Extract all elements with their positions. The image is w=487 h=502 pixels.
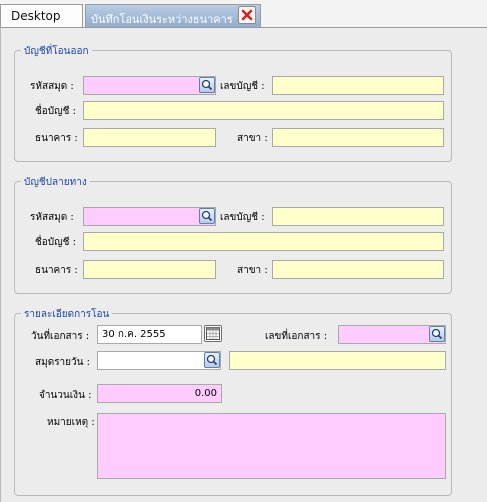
magnifier-icon <box>201 79 213 91</box>
transfer-details-group: รายละเอียดการโอน วันที่เอกสาร : 30 ก.ค. … <box>14 307 452 496</box>
source-bank-field <box>83 128 216 147</box>
destination-code-field[interactable] <box>83 207 216 226</box>
journal-label: สมุดรายวัน : <box>35 357 91 368</box>
source-branch-field <box>272 128 444 147</box>
calendar-icon <box>206 327 220 340</box>
doc-no-label: เลขที่เอกสาร : <box>265 331 328 342</box>
form-panel: บัญชีที่โอนออก รหัสสมุด : เลขบัญชี : ชื่… <box>0 27 487 502</box>
tab-transfer-label: บันทึกโอนเงินระหว่างธนาคาร <box>91 13 233 26</box>
source-branch-label: สาขา : <box>237 133 268 144</box>
destination-bank-label: ธนาคาร : <box>35 265 78 276</box>
source-code-label: รหัสสมุด : <box>30 81 74 92</box>
close-icon <box>241 9 253 21</box>
destination-account-no-field <box>272 207 444 226</box>
remark-label: หมายเหตุ : <box>47 417 95 428</box>
doc-no-lookup-button[interactable] <box>429 326 445 342</box>
amount-label: จำนวนเงิน : <box>39 390 92 401</box>
magnifier-icon <box>201 210 213 222</box>
source-code-lookup-button[interactable] <box>199 77 215 93</box>
source-bank-label: ธนาคาร : <box>35 133 78 144</box>
source-account-name-field <box>83 101 444 120</box>
remark-field[interactable] <box>97 413 446 479</box>
tab-close-button[interactable] <box>238 6 256 24</box>
destination-account-name-field <box>83 232 444 251</box>
destination-account-group: บัญชีปลายทาง รหัสสมุด : เลขบัญชี : ชื่อบ… <box>14 175 452 294</box>
destination-code-label: รหัสสมุด : <box>30 212 74 223</box>
tab-transfer[interactable]: บันทึกโอนเงินระหว่างธนาคาร <box>85 4 261 28</box>
journal-description-field <box>229 351 446 370</box>
doc-date-label: วันที่เอกสาร : <box>31 331 90 342</box>
magnifier-icon <box>431 328 443 340</box>
destination-account-name-label: ชื่อบัญชี : <box>35 237 76 248</box>
amount-field[interactable]: 0.00 <box>97 384 222 403</box>
destination-bank-field <box>83 260 216 279</box>
source-account-no-label: เลขบัญชี : <box>220 81 265 92</box>
destination-account-no-label: เลขบัญชี : <box>220 212 265 223</box>
source-account-no-field <box>272 76 444 95</box>
source-account-name-label: ชื่อบัญชี : <box>35 106 76 117</box>
doc-date-picker-button[interactable] <box>204 325 222 342</box>
journal-lookup-button[interactable] <box>204 352 220 368</box>
source-account-group: บัญชีที่โอนออก รหัสสมุด : เลขบัญชี : ชื่… <box>14 44 452 162</box>
source-account-title: บัญชีที่โอนออก <box>21 44 92 59</box>
doc-date-field[interactable]: 30 ก.ค. 2555 <box>97 325 202 344</box>
tab-strip: Desktop บันทึกโอนเงินระหว่างธนาคาร <box>0 0 487 28</box>
destination-branch-field <box>272 260 444 279</box>
tab-desktop-label: Desktop <box>11 9 61 23</box>
magnifier-icon <box>206 354 218 366</box>
destination-code-lookup-button[interactable] <box>199 208 215 224</box>
tab-desktop[interactable]: Desktop <box>0 4 83 28</box>
destination-branch-label: สาขา : <box>237 265 268 276</box>
destination-account-title: บัญชีปลายทาง <box>21 175 90 190</box>
transfer-details-title: รายละเอียดการโอน <box>21 307 113 322</box>
journal-field[interactable] <box>97 351 221 370</box>
source-code-field[interactable] <box>83 76 216 95</box>
